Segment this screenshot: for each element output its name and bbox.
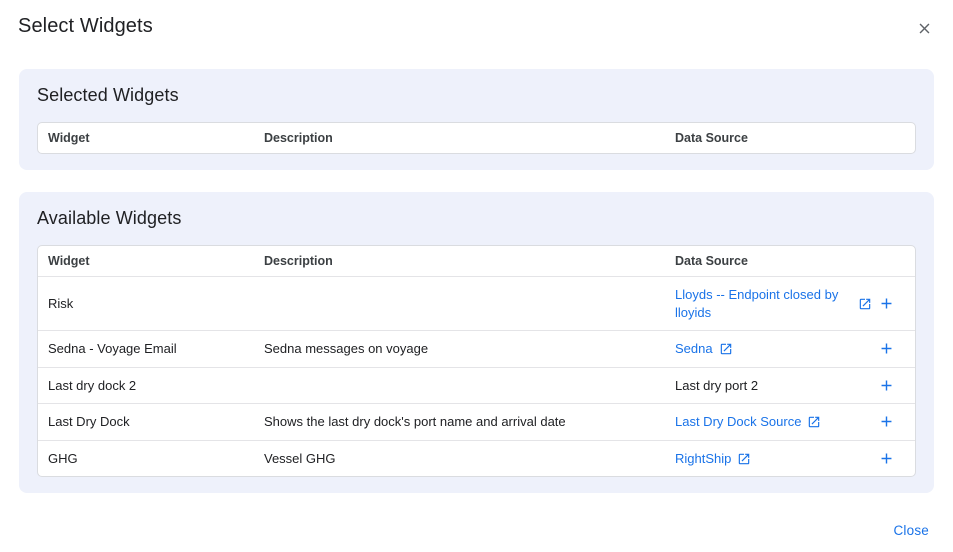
data-source-link[interactable]: Lloyds -- Endpoint closed by lloyids — [675, 286, 852, 321]
data-source-cell: Lloyds -- Endpoint closed by lloyids — [665, 277, 915, 330]
data-source-link[interactable]: RightShip — [675, 450, 731, 468]
table-header: Widget Description Data Source — [38, 123, 915, 153]
modal-title: Select Widgets — [18, 15, 153, 38]
available-widgets-panel: Available Widgets Widget Description Dat… — [19, 192, 934, 493]
widget-name: Risk — [38, 286, 254, 322]
column-header-data-source: Data Source — [665, 123, 915, 153]
column-header-widget: Widget — [38, 123, 254, 153]
widget-name: Last dry dock 2 — [38, 368, 254, 404]
add-widget-button[interactable] — [878, 450, 895, 467]
widget-table-row: Last Dry Dock Shows the last dry dock's … — [38, 403, 915, 440]
selected-widgets-title: Selected Widgets — [37, 85, 916, 106]
available-widgets-table: Widget Description Data Source Risk Lloy… — [37, 245, 916, 477]
modal-footer: Close — [893, 522, 929, 540]
add-widget-button[interactable] — [878, 377, 895, 394]
modal-header: Select Widgets — [0, 0, 953, 39]
widget-name: GHG — [38, 441, 254, 477]
selected-widgets-table: Widget Description Data Source — [37, 122, 916, 154]
widget-description: Shows the last dry dock's port name and … — [254, 404, 665, 440]
open-in-new-icon[interactable] — [858, 297, 872, 311]
widget-name: Sedna - Voyage Email — [38, 331, 254, 367]
widget-description — [254, 286, 665, 321]
open-in-new-icon[interactable] — [737, 452, 751, 466]
close-button[interactable] — [914, 18, 935, 39]
column-header-description: Description — [254, 123, 665, 153]
add-widget-button[interactable] — [878, 413, 895, 430]
column-header-description: Description — [254, 246, 665, 276]
close-dialog-button[interactable]: Close — [893, 523, 929, 538]
add-widget-button[interactable] — [878, 295, 895, 312]
widget-description — [254, 368, 665, 403]
add-widget-button[interactable] — [878, 340, 895, 357]
widget-table-row: Last dry dock 2 Last dry port 2 — [38, 367, 915, 404]
available-widgets-rows: Risk Lloyds -- Endpoint closed by lloyid… — [38, 276, 915, 476]
available-widgets-title: Available Widgets — [37, 208, 916, 229]
data-source-cell: Sedna — [665, 331, 915, 367]
data-source-cell: Last dry port 2 — [665, 368, 915, 404]
close-icon — [916, 25, 933, 40]
widget-table-row: Risk Lloyds -- Endpoint closed by lloyid… — [38, 276, 915, 330]
data-source-text: Last dry port 2 — [675, 377, 758, 395]
widget-name: Last Dry Dock — [38, 404, 254, 440]
data-source-cell: Last Dry Dock Source — [665, 404, 915, 440]
column-header-widget: Widget — [38, 246, 254, 276]
widget-table-row: Sedna - Voyage Email Sedna messages on v… — [38, 330, 915, 367]
widget-description: Vessel GHG — [254, 441, 665, 477]
data-source-link[interactable]: Sedna — [675, 340, 713, 358]
open-in-new-icon[interactable] — [807, 415, 821, 429]
data-source-cell: RightShip — [665, 441, 915, 477]
column-header-data-source: Data Source — [665, 246, 915, 276]
widget-table-row: GHG Vessel GHG RightShip — [38, 440, 915, 477]
widget-description: Sedna messages on voyage — [254, 331, 665, 367]
open-in-new-icon[interactable] — [719, 342, 733, 356]
selected-widgets-panel: Selected Widgets Widget Description Data… — [19, 69, 934, 170]
table-header: Widget Description Data Source — [38, 246, 915, 276]
data-source-link[interactable]: Last Dry Dock Source — [675, 413, 801, 431]
